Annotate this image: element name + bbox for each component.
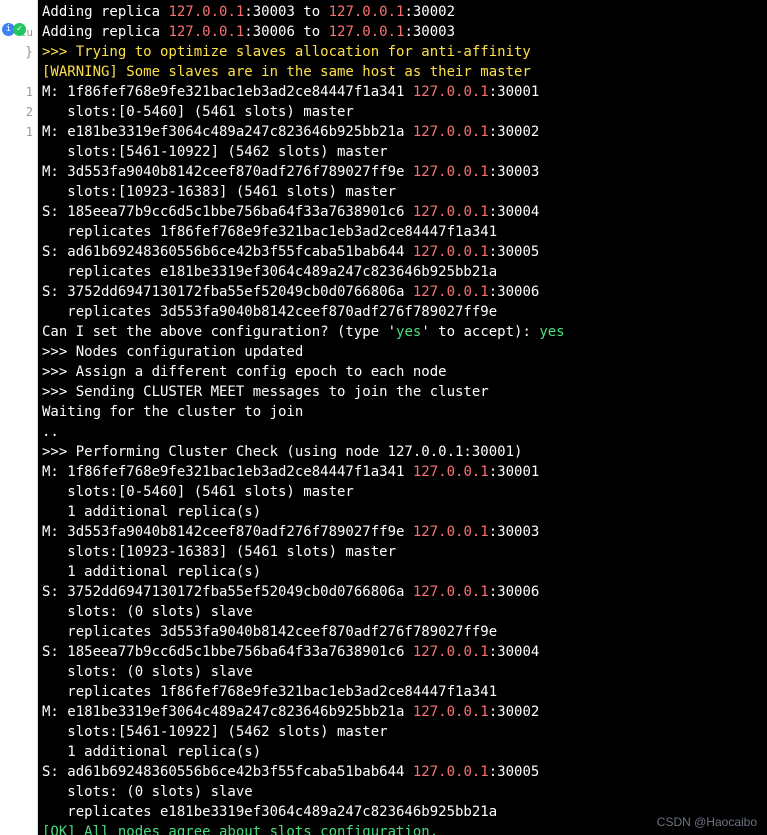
editor-gutter: i ✓ lu } 1 2 1 (0, 0, 38, 835)
output-line: M: e181be3319ef3064c489a247c823646b925bb… (42, 704, 539, 720)
output-line: replicates 1f86fef768e9fe321bac1eb3ad2ce… (42, 224, 497, 240)
output-line: slots:[0-5460] (5461 slots) master (42, 104, 354, 120)
output-line: slots:[0-5460] (5461 slots) master (42, 484, 354, 500)
output-line: slots:[10923-16383] (5461 slots) master (42, 544, 396, 560)
watermark: CSDN @Haocaibo (657, 815, 757, 829)
output-line: M: 1f86fef768e9fe321bac1eb3ad2ce84447f1a… (42, 464, 539, 480)
output-line: replicates 1f86fef768e9fe321bac1eb3ad2ce… (42, 684, 497, 700)
output-line: S: 185eea77b9cc6d5c1bbe756ba64f33a763890… (42, 204, 539, 220)
output-line: M: e181be3319ef3064c489a247c823646b925bb… (42, 124, 539, 140)
output-line: slots: (0 slots) slave (42, 784, 253, 800)
ok-line: [OK] All nodes agree about slots configu… (42, 824, 438, 835)
output-line: Adding replica 127.0.0.1:30003 to 127.0.… (42, 4, 455, 20)
output-line: slots: (0 slots) slave (42, 604, 253, 620)
output-line: slots: (0 slots) slave (42, 664, 253, 680)
output-line: replicates 3d553fa9040b8142ceef870adf276… (42, 624, 497, 640)
output-line: replicates e181be3319ef3064c489a247c8236… (42, 804, 497, 820)
output-line: >>> Performing Cluster Check (using node… (42, 444, 522, 460)
output-line: S: ad61b69248360556b6ce42b3f55fcaba51bab… (42, 764, 539, 780)
output-line: M: 3d553fa9040b8142ceef870adf276f789027f… (42, 164, 539, 180)
terminal-output[interactable]: Adding replica 127.0.0.1:30003 to 127.0.… (38, 0, 767, 835)
output-line: >>> Trying to optimize slaves allocation… (42, 44, 531, 60)
line-number: 1 (26, 122, 33, 142)
output-line: M: 3d553fa9040b8142ceef870adf276f789027f… (42, 524, 539, 540)
prompt-line: Can I set the above configuration? (type… (42, 324, 565, 340)
status-badges: i ✓ (2, 22, 28, 36)
output-line: S: 3752dd6947130172fba55ef52049cb0d07668… (42, 284, 539, 300)
output-line: slots:[5461-10922] (5462 slots) master (42, 724, 388, 740)
output-line: M: 1f86fef768e9fe321bac1eb3ad2ce84447f1a… (42, 84, 539, 100)
output-line: 1 additional replica(s) (42, 504, 261, 520)
output-line: S: ad61b69248360556b6ce42b3f55fcaba51bab… (42, 244, 539, 260)
gutter-bracket: } (25, 45, 33, 60)
warning-line: [WARNING] Some slaves are in the same ho… (42, 64, 531, 80)
line-number: 1 (26, 82, 33, 102)
output-line: .. (42, 424, 59, 440)
output-line: slots:[10923-16383] (5461 slots) master (42, 184, 396, 200)
output-line: S: 185eea77b9cc6d5c1bbe756ba64f33a763890… (42, 644, 539, 660)
check-badge-icon: ✓ (13, 23, 26, 36)
output-line: Waiting for the cluster to join (42, 404, 303, 420)
output-line: slots:[5461-10922] (5462 slots) master (42, 144, 388, 160)
output-line: Adding replica 127.0.0.1:30006 to 127.0.… (42, 24, 455, 40)
output-line: >>> Sending CLUSTER MEET messages to joi… (42, 384, 489, 400)
output-line: >>> Assign a different config epoch to e… (42, 364, 447, 380)
output-line: replicates e181be3319ef3064c489a247c8236… (42, 264, 497, 280)
output-line: 1 additional replica(s) (42, 564, 261, 580)
output-line: S: 3752dd6947130172fba55ef52049cb0d07668… (42, 584, 539, 600)
output-line: 1 additional replica(s) (42, 744, 261, 760)
line-number: 2 (26, 102, 33, 122)
output-line: >>> Nodes configuration updated (42, 344, 303, 360)
output-line: replicates 3d553fa9040b8142ceef870adf276… (42, 304, 497, 320)
